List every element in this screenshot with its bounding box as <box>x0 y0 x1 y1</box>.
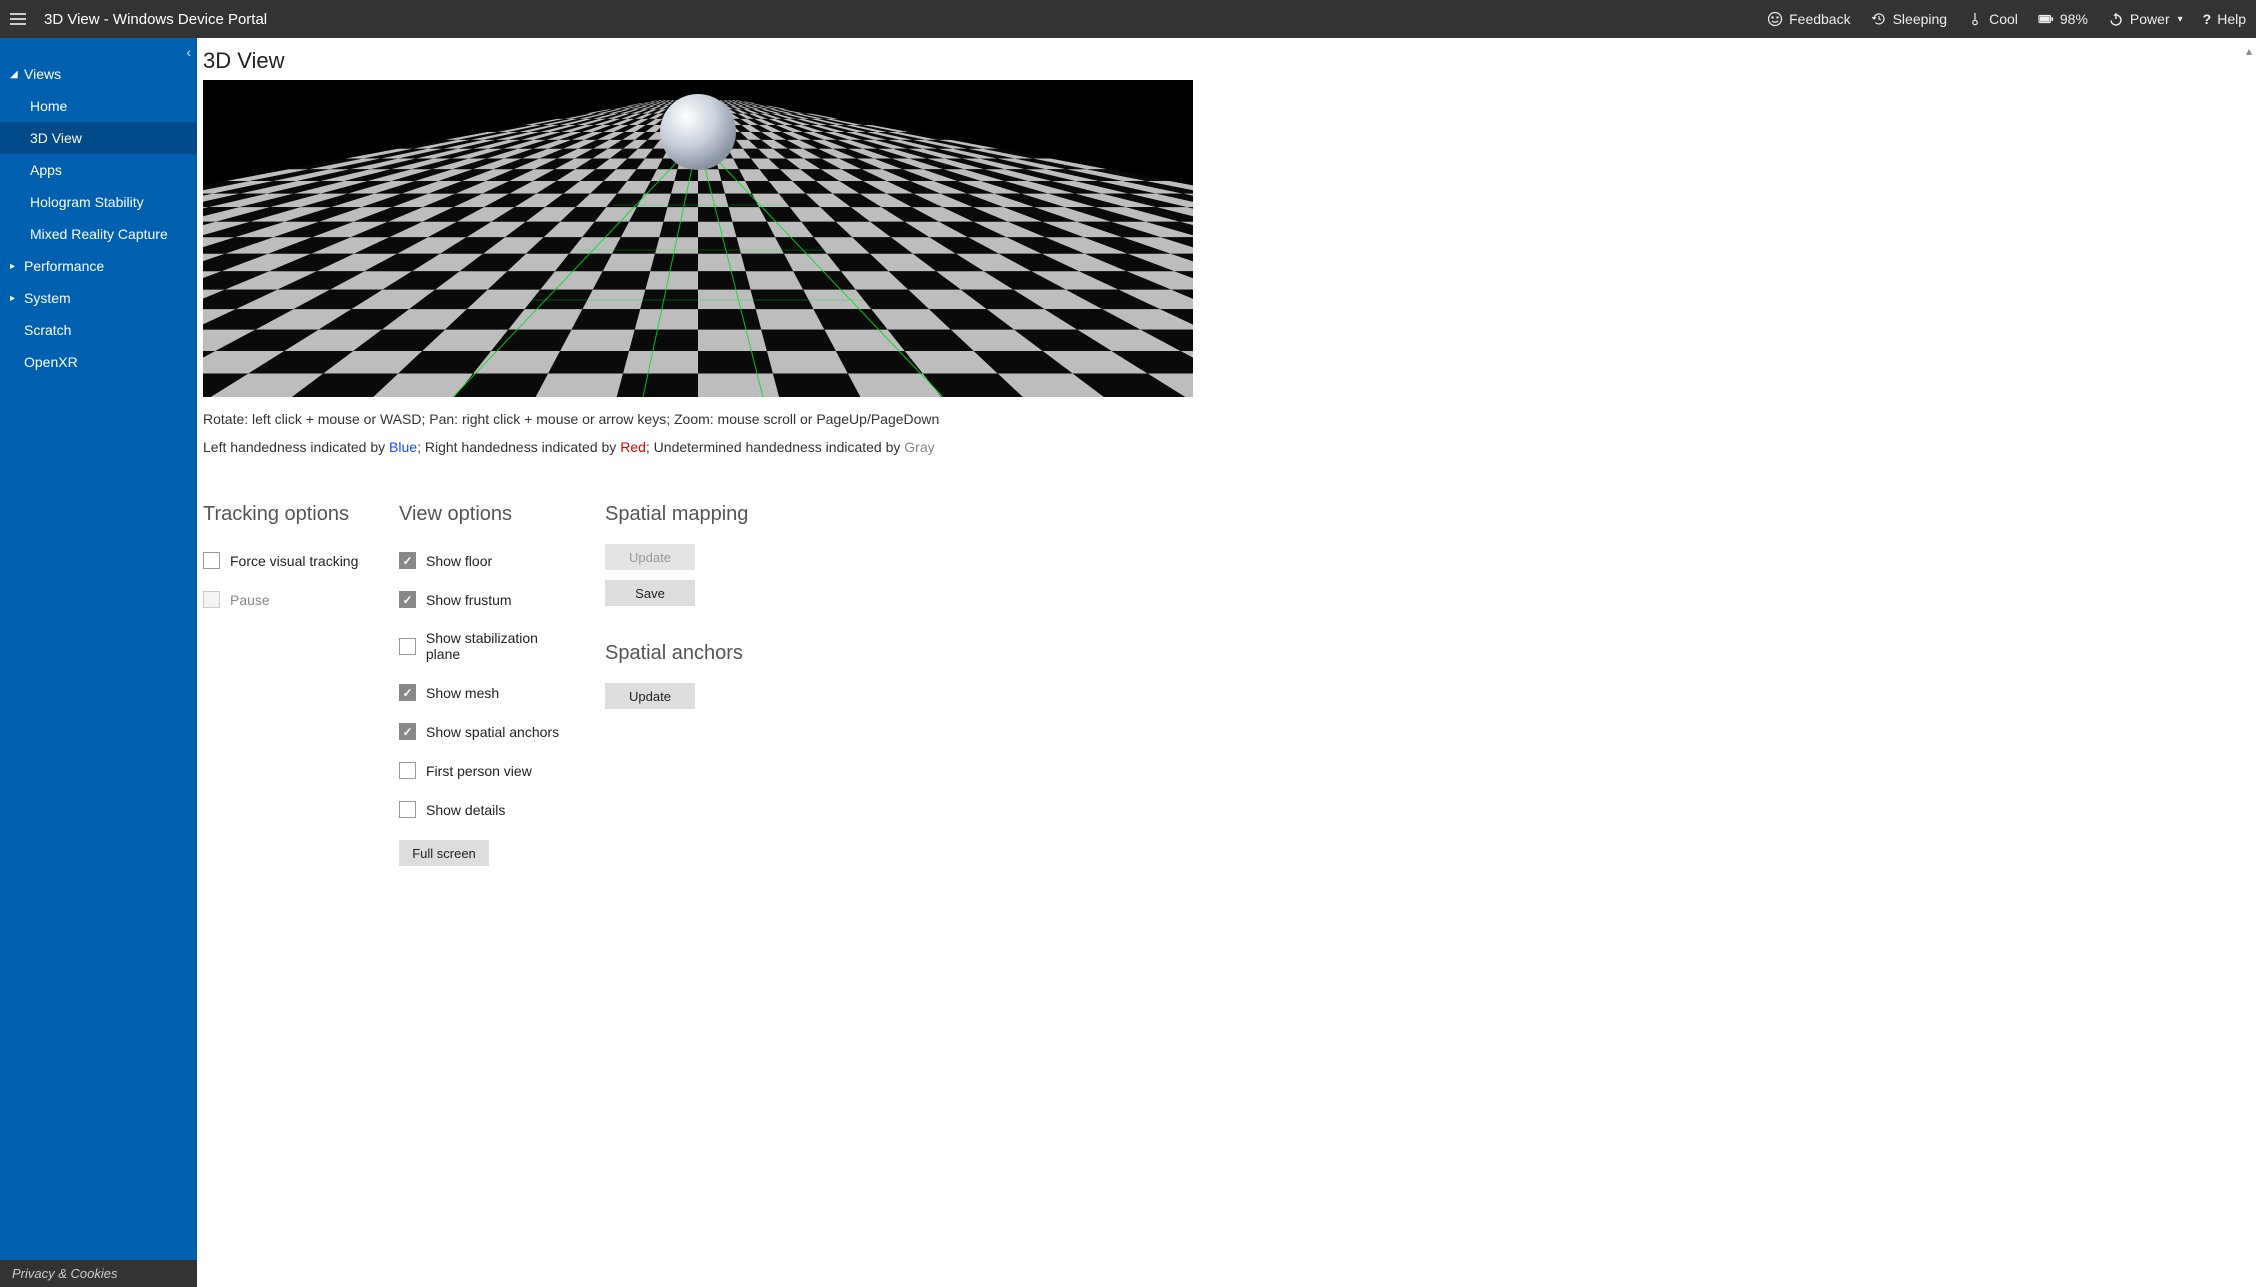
chevron-right-icon: ▸ <box>10 293 20 304</box>
view-options-section: View options Show floor Show frustum Sho… <box>399 503 575 876</box>
sidebar-item-scratch[interactable]: Scratch <box>0 314 197 346</box>
battery-status[interactable]: 98% <box>2038 11 2088 27</box>
scroll-up-icon[interactable]: ▴ <box>2246 44 2252 58</box>
show-floor-checkbox[interactable] <box>399 552 416 569</box>
show-frustum-checkbox[interactable] <box>399 591 416 608</box>
sidebar-item-label: Scratch <box>24 322 71 338</box>
sleep-label: Sleeping <box>1893 11 1948 27</box>
tracking-options-section: Tracking options Force visual tracking P… <box>203 503 369 876</box>
spatial-anchors-heading: Spatial anchors <box>605 642 805 665</box>
sleep-status[interactable]: Sleeping <box>1871 11 1948 27</box>
chevron-right-icon: ▸ <box>10 261 20 272</box>
spatial-mapping-heading: Spatial mapping <box>605 503 805 526</box>
pause-checkbox[interactable] <box>203 591 220 608</box>
smiley-icon <box>1767 11 1783 27</box>
handedness-legend: Left handedness indicated by Blue; Right… <box>203 439 2240 455</box>
feedback-button[interactable]: Feedback <box>1767 11 1850 27</box>
checkbox-label: Force visual tracking <box>230 553 358 569</box>
help-button[interactable]: ? Help <box>2203 11 2246 27</box>
sidebar-group-label: Performance <box>24 258 104 274</box>
legend-blue: Blue <box>389 439 417 455</box>
thermometer-icon <box>1967 11 1983 27</box>
checkbox-label: Show details <box>426 802 505 818</box>
force-visual-tracking-checkbox[interactable] <box>203 552 220 569</box>
legend-gray: Gray <box>904 439 934 455</box>
sidebar-item-apps[interactable]: Apps <box>0 154 197 186</box>
topbar: 3D View - Windows Device Portal Feedback… <box>0 0 2256 38</box>
power-button[interactable]: Power ▾ <box>2108 11 2183 27</box>
show-spatial-anchors-checkbox[interactable] <box>399 723 416 740</box>
main-content: ▴ 3D View <box>197 38 2256 1287</box>
hamburger-menu-icon[interactable] <box>10 13 30 25</box>
feedback-label: Feedback <box>1789 11 1850 27</box>
3d-scene-canvas <box>203 80 1193 397</box>
spatial-anchors-update-button[interactable]: Update <box>605 683 695 709</box>
show-mesh-checkbox[interactable] <box>399 684 416 701</box>
fullscreen-button[interactable]: Full screen <box>399 840 489 866</box>
privacy-link[interactable]: Privacy & Cookies <box>0 1260 197 1287</box>
question-icon: ? <box>2203 11 2212 27</box>
tracking-heading: Tracking options <box>203 503 369 526</box>
3d-viewport[interactable] <box>203 80 1193 397</box>
sidebar-group-system[interactable]: ▸ System <box>0 282 197 314</box>
checkbox-label: Show stabilization plane <box>426 630 575 662</box>
sidebar-group-label: System <box>24 290 71 306</box>
show-details-checkbox[interactable] <box>399 801 416 818</box>
sidebar-item-mrc[interactable]: Mixed Reality Capture <box>0 218 197 250</box>
spatial-section: Spatial mapping Update Save Spatial anch… <box>605 503 805 876</box>
chevron-down-icon: ◢ <box>10 69 20 80</box>
checkbox-label: Show mesh <box>426 685 499 701</box>
sidebar-group-performance[interactable]: ▸ Performance <box>0 250 197 282</box>
history-icon <box>1871 11 1887 27</box>
sidebar-item-openxr[interactable]: OpenXR <box>0 346 197 378</box>
help-label: Help <box>2217 11 2246 27</box>
page-title: 3D View <box>203 48 2240 74</box>
checkbox-label: Show frustum <box>426 592 512 608</box>
spatial-mapping-update-button[interactable]: Update <box>605 544 695 570</box>
sidebar-group-views[interactable]: ◢ Views <box>0 58 197 90</box>
legend-red: Red <box>620 439 646 455</box>
controls-help-text: Rotate: left click + mouse or WASD; Pan:… <box>203 411 2240 427</box>
show-stabilization-checkbox[interactable] <box>399 638 416 655</box>
window-title: 3D View - Windows Device Portal <box>44 11 267 28</box>
temperature-status[interactable]: Cool <box>1967 11 2018 27</box>
temperature-label: Cool <box>1989 11 2018 27</box>
checkbox-label: Show spatial anchors <box>426 724 559 740</box>
sidebar-item-home[interactable]: Home <box>0 90 197 122</box>
sidebar-group-label: Views <box>24 66 61 82</box>
sidebar-item-3dview[interactable]: 3D View <box>0 122 197 154</box>
power-label: Power <box>2130 11 2170 27</box>
collapse-sidebar-icon[interactable]: ‹ <box>186 44 191 60</box>
checkbox-label: Show floor <box>426 553 492 569</box>
checkbox-label: First person view <box>426 763 532 779</box>
chevron-down-icon: ▾ <box>2178 14 2183 25</box>
power-icon <box>2108 11 2124 27</box>
sidebar-item-label: OpenXR <box>24 354 78 370</box>
checkbox-label: Pause <box>230 592 270 608</box>
first-person-view-checkbox[interactable] <box>399 762 416 779</box>
battery-icon <box>2038 11 2054 27</box>
view-heading: View options <box>399 503 575 526</box>
sidebar-item-hologram-stability[interactable]: Hologram Stability <box>0 186 197 218</box>
sidebar: ‹ ◢ Views Home 3D View Apps Hologram Sta… <box>0 38 197 1287</box>
battery-label: 98% <box>2060 11 2088 27</box>
spatial-mapping-save-button[interactable]: Save <box>605 580 695 606</box>
